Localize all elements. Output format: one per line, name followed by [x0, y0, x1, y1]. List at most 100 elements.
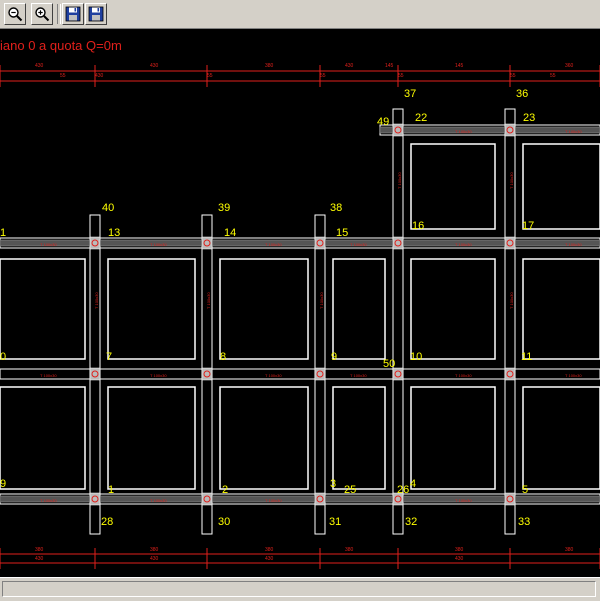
- beam-label: T 100x30: [319, 292, 324, 309]
- dimension-label-top: 380: [265, 63, 274, 69]
- beam-label: T 100x30: [206, 292, 211, 309]
- floor-plan-drawing: 430 430 380 430 145 145 360430 55 55 55 5555 55380 3…: [0, 63, 600, 569]
- node-label: 36: [516, 88, 528, 100]
- node-label: 7: [106, 351, 112, 363]
- room-outline: [332, 386, 386, 490]
- dimension-label-bottom: 380: [345, 547, 354, 553]
- dimension-label-top: 430: [345, 63, 354, 69]
- node-label: 8: [220, 351, 226, 363]
- dimension-label-bottom: 380: [455, 547, 464, 553]
- beam-label: T 100x30: [455, 498, 472, 503]
- beam-fill-top: [0, 239, 401, 247]
- node-label: 28: [101, 516, 113, 528]
- node-label: 49: [377, 116, 389, 128]
- node-label: 31: [329, 516, 341, 528]
- status-bar: [0, 577, 600, 601]
- node-label: 10: [410, 351, 422, 363]
- node-label: 17: [522, 220, 534, 232]
- dimension-label-top: 55: [398, 73, 404, 79]
- dimension-label-bottom: 380: [35, 547, 44, 553]
- node-label: 9: [331, 351, 337, 363]
- zoom-out-button[interactable]: [4, 3, 26, 25]
- dimension-label-bottom: 380: [265, 547, 274, 553]
- zoom-in-button[interactable]: [31, 3, 53, 25]
- node-label: 30: [218, 516, 230, 528]
- node-label: 39: [218, 202, 230, 214]
- beam-label: T 100x30: [565, 129, 582, 134]
- node-label: 4: [410, 478, 416, 490]
- node-label: 40: [102, 202, 114, 214]
- dimension-label-bottom: 430: [35, 556, 44, 562]
- node-label: 26: [397, 484, 409, 496]
- beam-label: T 100x30: [94, 292, 99, 309]
- beam-label: T 100x30: [265, 242, 282, 247]
- room-outline: [410, 386, 496, 490]
- node-label: 9: [0, 478, 6, 490]
- node-label: 37: [404, 88, 416, 100]
- room-outline: [410, 258, 496, 360]
- room-outline: [107, 258, 196, 360]
- node-label: 3: [330, 478, 336, 490]
- beam-label: T 100x30: [40, 373, 57, 378]
- beam-label: T 100x30: [455, 129, 472, 134]
- dimension-label-top: 430: [35, 63, 44, 69]
- drawing-canvas[interactable]: iano 0 a quota Q=0m 430 430 380 430 145 145 36…: [0, 29, 600, 577]
- node-label: 11: [521, 351, 532, 363]
- dimension-label-bottom: 430: [265, 556, 274, 562]
- beam-label: T 100x30: [565, 373, 582, 378]
- beam-label: T 100x30: [455, 373, 472, 378]
- dimension-label-top: 55: [510, 73, 516, 79]
- beam-label: T 100x30: [455, 242, 472, 247]
- beam-label: T 100x30: [40, 498, 57, 503]
- room-outline: [410, 143, 496, 230]
- node-label: 25: [344, 484, 356, 496]
- beam-label: T 100x30: [265, 373, 282, 378]
- node-label: 16: [412, 220, 424, 232]
- room-outline: [0, 258, 86, 360]
- room-outline: [107, 386, 196, 490]
- node-label: 1: [108, 484, 114, 496]
- beam-label: T 100x30: [397, 172, 402, 189]
- node-label: 38: [330, 202, 342, 214]
- beam-label: T 100x30: [150, 242, 167, 247]
- beam-label: T 100x30: [350, 242, 367, 247]
- room-outline: [219, 258, 309, 360]
- dimension-label-bottom: 430: [150, 556, 159, 562]
- dimension-label-top: 145: [455, 63, 464, 69]
- room-outline: [219, 386, 309, 490]
- beam-label: T 100x30: [565, 242, 582, 247]
- save-as-button[interactable]: [85, 3, 107, 25]
- room-outline: [0, 386, 86, 490]
- dimension-label-top: 55: [60, 73, 66, 79]
- dimension-label-bottom: 380: [150, 547, 159, 553]
- beam-label: T 100x30: [40, 242, 57, 247]
- node-label: 2: [222, 484, 228, 496]
- beam-label: T 100x30: [509, 292, 514, 309]
- node-label: 1: [0, 227, 6, 239]
- node-label: 13: [108, 227, 120, 239]
- dimension-label-top: 360: [565, 63, 574, 69]
- beam-label: T 100x30: [350, 373, 367, 378]
- beam-label: T 100x30: [265, 498, 282, 503]
- dimension-label-top: 145: [385, 63, 394, 69]
- node-label: 14: [224, 227, 236, 239]
- status-text: [2, 581, 596, 597]
- dimension-label-top: 55: [550, 73, 556, 79]
- room-outline: [522, 143, 600, 230]
- node-label: 0: [0, 351, 6, 363]
- node-label: 33: [518, 516, 530, 528]
- beam-label: T 100x30: [509, 172, 514, 189]
- dimension-label-bottom: 430: [455, 556, 464, 562]
- node-label: 50: [383, 358, 395, 370]
- toolbar: [0, 0, 600, 29]
- toolbar-separator: [57, 4, 61, 24]
- dimension-label-top: 55: [320, 73, 326, 79]
- plan-title: iano 0 a quota Q=0m: [0, 38, 122, 53]
- node-label: 15: [336, 227, 348, 239]
- dimension-label-top: 430: [150, 63, 159, 69]
- room-outline: [522, 258, 600, 360]
- room-outline: [332, 258, 386, 360]
- save-button[interactable]: [62, 3, 84, 25]
- node-label: 22: [415, 112, 427, 124]
- dimension-label-top: 430: [95, 73, 104, 79]
